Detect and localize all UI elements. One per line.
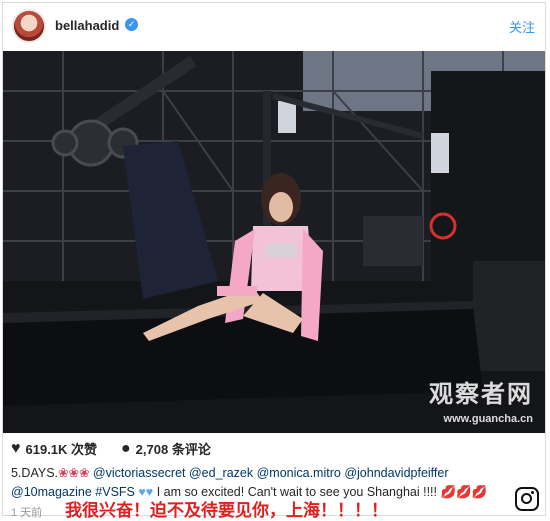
ribbon-emoji-icon: ❀❀❀ <box>58 466 90 480</box>
action-bar: ♥ 619.1K 次赞 ● 2,708 条评论 <box>3 439 545 463</box>
lips-emoji-icon: 💋💋💋 <box>440 485 488 499</box>
post-photo[interactable]: 观察者网 www.guancha.cn <box>3 51 545 433</box>
comment-action[interactable]: ● 2,708 条评论 <box>121 439 211 458</box>
avatar[interactable] <box>12 9 46 43</box>
watermark-url: www.guancha.cn <box>443 413 533 425</box>
likes-count: 619.1K 次赞 <box>25 442 98 457</box>
comments-count: 2,708 条评论 <box>135 442 211 457</box>
mention-link[interactable]: @ed_razek <box>189 466 253 480</box>
instagram-post: bellahadid ✓ 关注 观察者网 www.guancha.cn ♥ 61… <box>2 2 546 521</box>
like-action[interactable]: ♥ 619.1K 次赞 <box>11 439 97 458</box>
watermark-text: 观察者网 <box>429 380 533 408</box>
mention-link[interactable]: @victoriassecret <box>93 466 186 480</box>
verified-badge-icon: ✓ <box>125 18 138 31</box>
mention-link[interactable]: @johndavidpfeiffer <box>344 466 448 480</box>
username[interactable]: bellahadid <box>55 18 119 33</box>
instagram-logo-icon <box>515 487 539 511</box>
mention-link[interactable]: @monica.mitro <box>257 466 341 480</box>
heart-icon[interactable]: ♥ <box>11 440 21 457</box>
follow-button[interactable]: 关注 <box>509 17 535 36</box>
caption-prefix: 5.DAYS. <box>11 466 59 480</box>
comment-bubble-icon[interactable]: ● <box>121 440 131 457</box>
translation-overlay: 我很兴奋！迫不及待要见你，上海！！！！ <box>65 501 388 521</box>
post-header: bellahadid ✓ 关注 <box>3 3 545 51</box>
post-timestamp: 1 天前 <box>11 507 43 519</box>
